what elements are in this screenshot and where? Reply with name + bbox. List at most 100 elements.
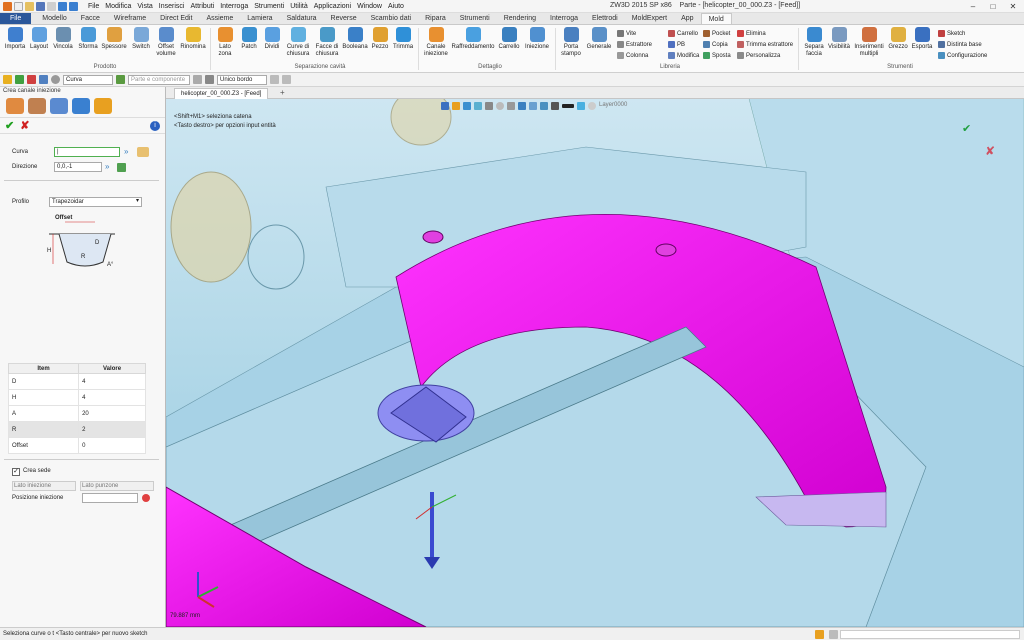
crea-sede-checkbox[interactable]: ✓ — [12, 468, 20, 476]
iniezione-button[interactable]: Iniezione — [523, 27, 551, 51]
row-value[interactable]: 4 — [78, 373, 146, 390]
row-value[interactable]: 4 — [78, 389, 146, 406]
app-logo-icon[interactable] — [3, 1, 12, 11]
pocket-button[interactable]: Pocket — [703, 30, 730, 37]
rinomina-button[interactable]: Rinomina — [180, 27, 206, 51]
porta-stampo-button[interactable]: Porta stampo — [558, 27, 584, 58]
table-row[interactable]: D4 — [7, 373, 146, 390]
new-file-icon[interactable] — [14, 1, 23, 11]
layout-button[interactable]: Layout — [28, 27, 50, 51]
menu-attributi[interactable]: Attributi — [190, 3, 214, 10]
run-icon[interactable] — [452, 102, 460, 110]
status-grid-icon[interactable] — [815, 630, 824, 639]
document-tab[interactable]: helicopter_00_000.Z3 - [Feed] — [174, 88, 269, 99]
tab-app[interactable]: App — [674, 13, 700, 24]
tab-elettrodi[interactable]: Elettrodi — [585, 13, 625, 24]
tab-scambio-dati[interactable]: Scambio dati — [364, 13, 418, 24]
visibilita-button[interactable]: Visibilità — [827, 27, 851, 51]
filter-icon[interactable] — [39, 75, 48, 84]
expand-icon[interactable]: » — [124, 147, 128, 156]
vincola-button[interactable]: Vincola — [52, 27, 74, 51]
lato-zona-button[interactable]: Lato zona — [214, 27, 236, 58]
menu-window[interactable]: Window — [357, 3, 382, 10]
sphere-icon[interactable] — [496, 102, 504, 110]
tab-lamiera[interactable]: Lamiera — [240, 13, 279, 24]
table-row[interactable]: R2 — [7, 421, 146, 438]
booleana-button[interactable]: Booleana — [342, 27, 368, 51]
grezzo-button[interactable]: Grezzo — [887, 27, 909, 51]
menu-aiuto[interactable]: Aiuto — [388, 3, 404, 10]
distinta-base-button[interactable]: Distinta base — [938, 41, 982, 48]
wire-icon[interactable] — [485, 102, 493, 110]
direction-icon[interactable] — [117, 163, 126, 172]
table-row[interactable]: A 20 — [7, 405, 146, 422]
offset-volume-button[interactable]: Offset volume — [154, 27, 178, 58]
tab-moldexpert[interactable]: MoldExpert — [625, 13, 674, 24]
menu-inserisci[interactable]: Inserisci — [159, 3, 185, 10]
tab-file[interactable]: File — [0, 13, 32, 24]
part-component-select[interactable]: Parte e componente — [128, 74, 190, 85]
display-icon[interactable] — [551, 102, 559, 110]
close-icon[interactable]: ✕ — [1004, 1, 1022, 11]
copia-button[interactable]: Copia — [703, 41, 728, 48]
runner-path-icon[interactable] — [28, 98, 46, 114]
open-folder-icon[interactable] — [25, 1, 34, 11]
tab-modello[interactable]: Modello — [35, 13, 74, 24]
switch-button[interactable]: Switch — [129, 27, 153, 51]
vite-button[interactable]: Vite — [617, 30, 636, 37]
tab-facce[interactable]: Facce — [74, 13, 107, 24]
configurazione-button[interactable]: Configurazione — [938, 52, 987, 59]
zoom-fit-icon[interactable] — [518, 102, 526, 110]
pb-button[interactable]: PB — [668, 41, 685, 48]
shape-icon[interactable] — [72, 98, 90, 114]
curve-chiusura-button[interactable]: Curve di chiusura — [284, 27, 312, 58]
pezzo-button[interactable]: Pezzo — [369, 27, 391, 51]
sketch-button[interactable]: Sketch — [938, 30, 965, 37]
pick-point-icon[interactable] — [142, 494, 150, 502]
facce-chiusura-button[interactable]: Facce di chiusura — [313, 27, 341, 58]
colonna-button[interactable]: Colonna — [617, 52, 648, 59]
render-icon[interactable] — [474, 102, 482, 110]
3d-viewport[interactable]: helicopter_00_000.Z3 - [Feed] + <Shift+M… — [166, 87, 1024, 627]
tab-direct-edit[interactable]: Direct Edit — [153, 13, 199, 24]
zoom-icon[interactable] — [529, 102, 537, 110]
add-icon[interactable] — [15, 75, 24, 84]
patch-button[interactable]: Patch — [238, 27, 260, 51]
estrattore-button[interactable]: Estrattore — [617, 41, 652, 48]
part-icon[interactable] — [116, 75, 125, 84]
canale-iniezione-button[interactable]: Canale iniezione — [422, 27, 450, 58]
menu-strumenti[interactable]: Strumenti — [254, 3, 284, 10]
undo-icon[interactable] — [58, 1, 67, 11]
row-value[interactable]: 20 — [78, 405, 146, 422]
row-value[interactable]: 0 — [78, 437, 146, 454]
viewport-ok-icon[interactable]: ✔ — [962, 122, 971, 135]
menu-file[interactable]: File — [88, 3, 99, 10]
modifica-button[interactable]: Modifica — [668, 52, 699, 59]
ok-icon[interactable]: ✔ — [5, 121, 14, 132]
section-icon[interactable] — [507, 102, 515, 110]
filter-select[interactable]: Curva — [63, 74, 113, 85]
print-icon[interactable] — [47, 1, 56, 11]
remove-icon[interactable] — [27, 75, 36, 84]
sforma-button[interactable]: Sforma — [76, 27, 100, 51]
tab-interroga[interactable]: Interroga — [543, 13, 585, 24]
cancel-icon[interactable]: ✘ — [20, 121, 29, 132]
table-row[interactable]: Offset 0 — [7, 437, 146, 454]
circle-select-icon[interactable] — [51, 75, 60, 84]
status-layout-icon[interactable] — [829, 630, 838, 639]
info-icon[interactable]: i — [150, 121, 160, 131]
generale-button[interactable]: Generale — [586, 27, 612, 51]
layer-select[interactable]: Layer0000 — [599, 102, 627, 110]
elimina-button[interactable]: Elimina — [737, 30, 766, 37]
direction-expand-icon[interactable]: » — [105, 162, 109, 171]
personalizza-button[interactable]: Personalizza — [737, 52, 780, 59]
pick-icon[interactable] — [193, 75, 202, 84]
curva-input[interactable]: | — [54, 147, 120, 157]
lato-punzone-select[interactable]: Lato punzone — [80, 481, 154, 491]
runner-shape-icon[interactable] — [6, 98, 24, 114]
sposta-button[interactable]: Sposta — [703, 52, 731, 59]
lato-iniezione-select[interactable]: Lato iniezione — [12, 481, 76, 491]
shade-icon[interactable] — [463, 102, 471, 110]
command-input[interactable] — [840, 630, 1020, 639]
inserimenti-multipli-button[interactable]: Inserimenti multipli — [853, 27, 885, 58]
